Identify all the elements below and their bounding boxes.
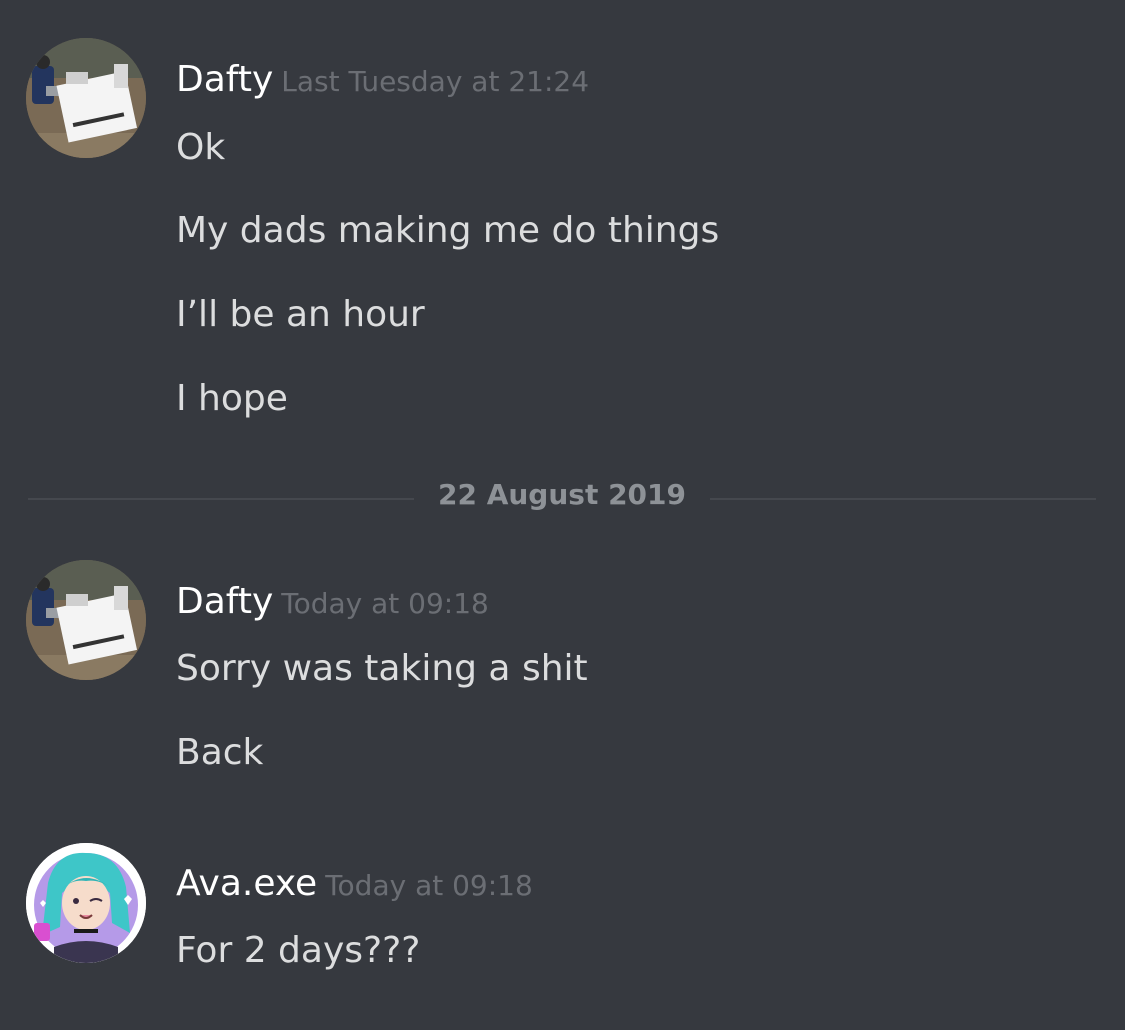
username[interactable]: Dafty — [176, 581, 273, 622]
change-my-mind-avatar-icon — [26, 560, 146, 680]
timestamp: Today at 09:18 — [281, 587, 489, 620]
message-text: Back — [176, 732, 264, 773]
ava-avatar[interactable] — [26, 843, 146, 963]
timestamp: Today at 09:18 — [325, 869, 533, 902]
change-my-mind-avatar-icon — [26, 38, 146, 158]
username[interactable]: Dafty — [176, 59, 273, 100]
message-text: My dads making me do things — [176, 210, 720, 251]
username[interactable]: Ava.exe — [176, 863, 317, 904]
message-text: Ok — [176, 127, 226, 168]
divider-line — [710, 498, 1096, 500]
anime-girl-avatar-icon — [26, 843, 146, 963]
message-header: Ava.exe Today at 09:18 — [176, 866, 533, 902]
message-text: I’ll be an hour — [176, 294, 425, 335]
dafty-avatar[interactable] — [26, 560, 146, 680]
date-divider: 22 August 2019 — [28, 481, 1096, 509]
message-header: Dafty Last Tuesday at 21:24 — [176, 62, 589, 98]
chat-messages[interactable]: Dafty Last Tuesday at 21:24 Ok My dads ma… — [0, 0, 1125, 1030]
divider-line — [28, 498, 414, 500]
timestamp: Last Tuesday at 21:24 — [281, 65, 590, 98]
message-text: Sorry was taking a shit — [176, 648, 588, 689]
dafty-avatar[interactable] — [26, 38, 146, 158]
message-text: For 2 days??? — [176, 930, 421, 971]
date-divider-label: 22 August 2019 — [437, 478, 687, 511]
message-text: I hope — [176, 378, 288, 419]
message-header: Dafty Today at 09:18 — [176, 584, 489, 620]
